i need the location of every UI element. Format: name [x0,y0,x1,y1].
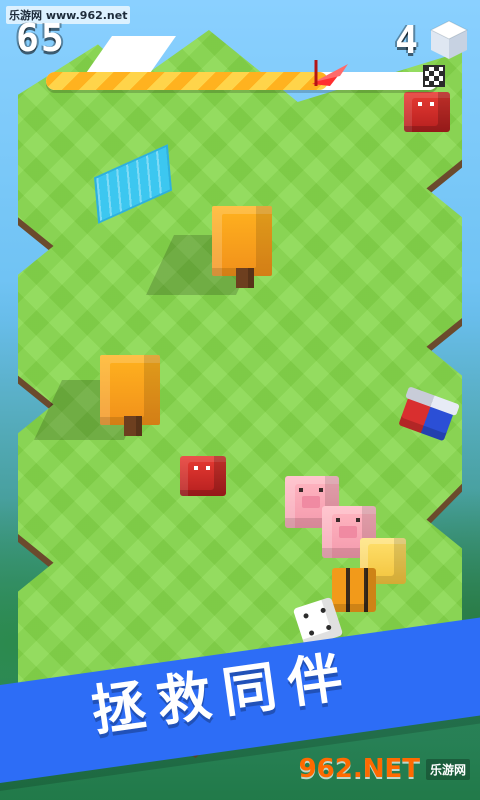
tree-canopy-1 [212,206,272,276]
score-value: 65 [16,16,66,60]
dice-pip [325,624,332,631]
pig-eye-right [356,518,360,522]
checkered-flag-icon [423,65,445,87]
level-progress-fill [46,72,328,90]
pig-eye-left [299,488,303,492]
red-flag-icon [312,60,348,86]
bee-companion [332,568,376,612]
pig-snout [339,526,357,538]
bottom-watermark: 962.NET 乐游网 [299,754,470,784]
red-cube-1 [404,92,450,132]
cube-count-value: 4 [395,18,418,62]
dice-pip [319,607,327,614]
red-cube-2 [180,456,226,496]
pig-eye-left [336,518,340,522]
watermark-logo: 962.NET [298,754,420,784]
dice-pip [302,612,310,620]
pig-eye-right [319,488,323,492]
tree-trunk-2 [124,416,142,436]
cube-icon [429,20,469,59]
pig-snout [302,496,320,508]
level-progress-bar [46,60,445,90]
tree-trunk-1 [236,268,254,288]
tree-canopy-2 [100,355,160,425]
cube-counter: 4 [395,18,470,62]
watermark-subtext: 乐游网 [425,758,470,780]
